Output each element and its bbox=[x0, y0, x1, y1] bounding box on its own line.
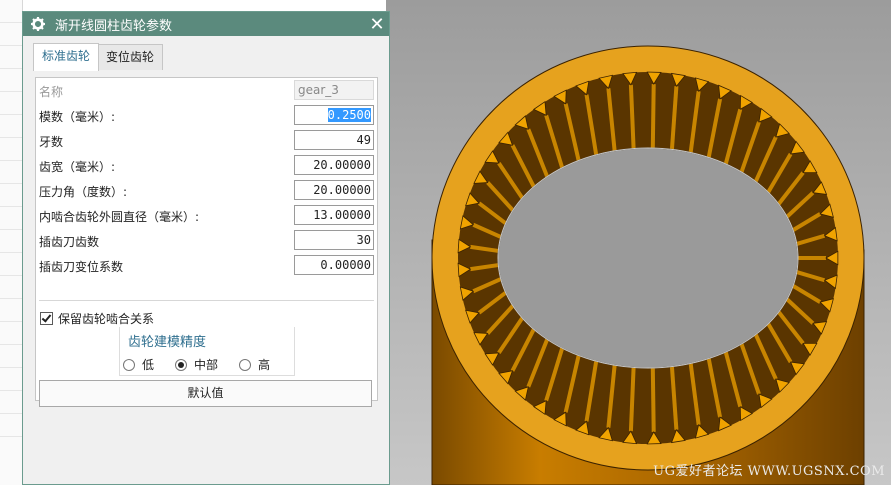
teeth-input[interactable]: 49 bbox=[294, 130, 374, 150]
dialog-titlebar[interactable]: 渐开线圆柱齿轮参数 ✕ bbox=[23, 12, 389, 36]
field-face-width: 齿宽（毫米）: 20.00000 bbox=[39, 154, 374, 178]
keep-mesh-checkbox-row[interactable]: 保留齿轮啮合关系 bbox=[40, 310, 154, 327]
tooth-wall bbox=[628, 84, 636, 149]
watermark: UG爱好者论坛 WWW.UGSNX.COM bbox=[653, 464, 885, 479]
field-name: 名称 gear_3 bbox=[39, 79, 374, 103]
field-module: 模数（毫米）: 0.2500 bbox=[39, 104, 374, 128]
face-width-input[interactable]: 20.00000 bbox=[294, 155, 374, 175]
face-width-label: 齿宽（毫米）: bbox=[39, 160, 116, 174]
cutter-teeth-label: 插齿刀齿数 bbox=[39, 235, 100, 249]
outer-diameter-input[interactable]: 13.00000 bbox=[294, 205, 374, 225]
teeth-label: 牙数 bbox=[39, 135, 64, 149]
name-label: 名称 bbox=[39, 85, 64, 99]
radio-high-label: 高 bbox=[258, 358, 271, 372]
radio-medium-indicator[interactable] bbox=[175, 358, 188, 371]
module-label: 模数（毫米）: bbox=[39, 110, 116, 124]
radio-low-indicator[interactable] bbox=[123, 358, 135, 371]
field-pressure-angle: 压力角（度数）: 20.00000 bbox=[39, 179, 374, 203]
cutter-shift-input[interactable]: 0.00000 bbox=[294, 255, 374, 275]
graphics-viewport[interactable]: UG爱好者论坛 WWW.UGSNX.COM bbox=[386, 0, 891, 485]
radio-low-label: 低 bbox=[142, 358, 155, 372]
outer-diameter-label: 内啮合齿轮外圆直径（毫米）: bbox=[39, 210, 200, 224]
default-values-button[interactable]: 默认值 bbox=[39, 380, 372, 407]
tooth-wall bbox=[628, 367, 636, 432]
keep-mesh-checkbox[interactable] bbox=[40, 312, 53, 325]
field-cutter-shift: 插齿刀变位系数 0.00000 bbox=[39, 254, 374, 278]
field-teeth: 牙数 49 bbox=[39, 129, 374, 153]
divider bbox=[39, 300, 374, 301]
tab-bar: 标准齿轮 变位齿轮 bbox=[23, 36, 389, 71]
precision-options: 低 中部 高 bbox=[123, 356, 291, 373]
radio-high[interactable]: 高 bbox=[239, 356, 270, 373]
keep-mesh-label: 保留齿轮啮合关系 bbox=[58, 312, 155, 326]
tab-shifted-gear[interactable]: 变位齿轮 bbox=[97, 44, 164, 70]
tab-panel-standard: 名称 gear_3 模数（毫米）: 0.2500 牙数 49 齿宽（毫米）: 2… bbox=[35, 77, 378, 407]
radio-low[interactable]: 低 bbox=[123, 356, 154, 373]
tooth-wall bbox=[650, 367, 656, 432]
name-input: gear_3 bbox=[294, 80, 374, 100]
host-app-sidebar bbox=[0, 0, 23, 485]
gear-parameters-dialog: 渐开线圆柱齿轮参数 ✕ 标准齿轮 变位齿轮 名称 gear_3 模数（毫米）: … bbox=[22, 11, 390, 485]
cutter-shift-label: 插齿刀变位系数 bbox=[39, 260, 124, 274]
radio-medium[interactable]: 中部 bbox=[175, 356, 218, 373]
module-value: 0.2500 bbox=[327, 108, 371, 122]
close-icon[interactable]: ✕ bbox=[365, 12, 389, 36]
dialog-title: 渐开线圆柱齿轮参数 bbox=[55, 18, 173, 34]
radio-medium-label: 中部 bbox=[194, 358, 219, 372]
field-cutter-teeth: 插齿刀齿数 30 bbox=[39, 229, 374, 253]
precision-group-title: 齿轮建模精度 bbox=[128, 335, 207, 350]
tooth-wall bbox=[650, 84, 656, 149]
radio-high-indicator[interactable] bbox=[239, 358, 252, 371]
internal-gear-model[interactable] bbox=[386, 0, 891, 485]
field-outer-diameter: 内啮合齿轮外圆直径（毫米）: 13.00000 bbox=[39, 204, 374, 228]
pressure-angle-input[interactable]: 20.00000 bbox=[294, 180, 374, 200]
tab-standard-gear[interactable]: 标准齿轮 bbox=[33, 43, 100, 71]
gear-icon bbox=[31, 17, 45, 31]
pressure-angle-label: 压力角（度数）: bbox=[39, 185, 128, 199]
cutter-teeth-input[interactable]: 30 bbox=[294, 230, 374, 250]
module-input[interactable]: 0.2500 bbox=[294, 105, 374, 125]
